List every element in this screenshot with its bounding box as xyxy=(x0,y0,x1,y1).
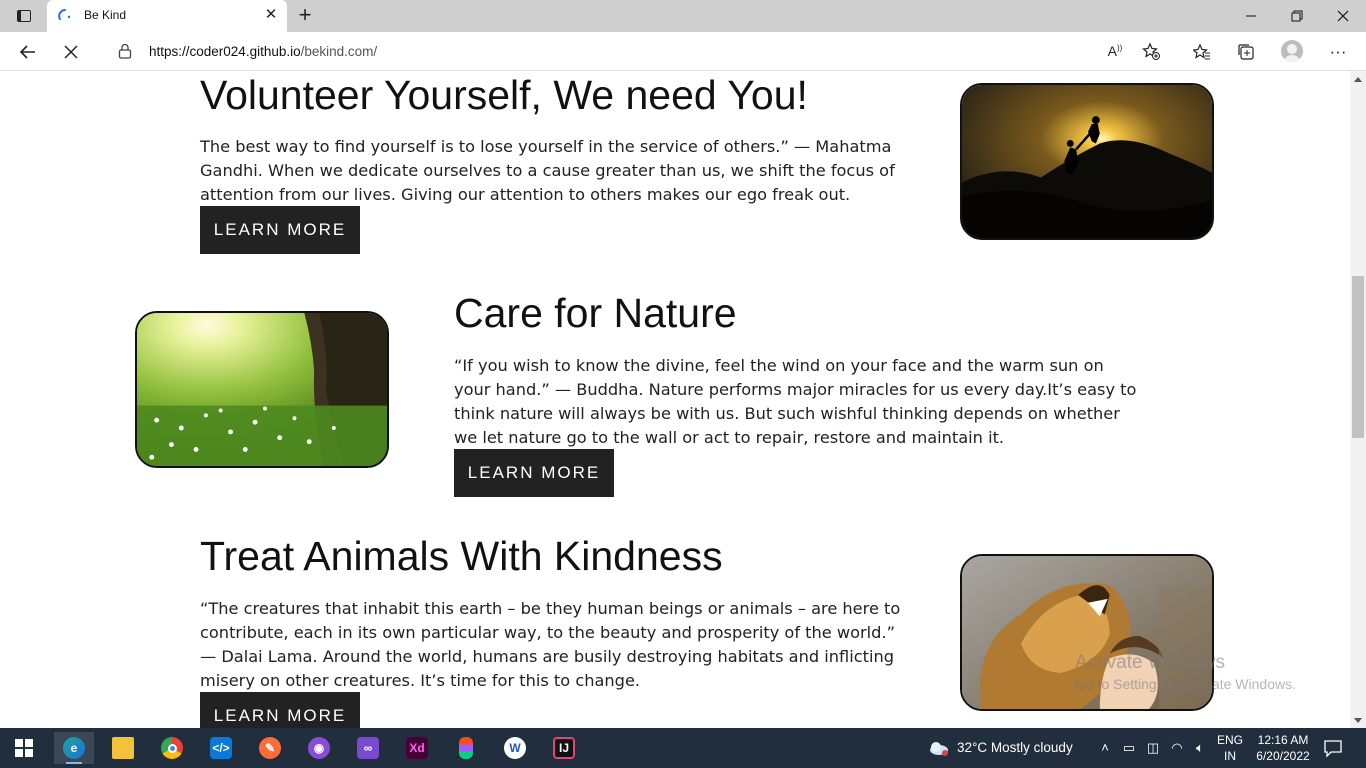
page-content: Volunteer Yourself, We need You! The bes… xyxy=(0,71,1350,728)
tab-actions-button[interactable] xyxy=(10,6,38,26)
chrome-icon xyxy=(161,737,183,759)
taskbar-visual-studio[interactable]: ∞ xyxy=(348,732,388,764)
settings-menu-button[interactable]: ··· xyxy=(1325,39,1351,65)
figma-icon xyxy=(459,737,473,759)
taskbar-file-explorer[interactable] xyxy=(103,732,143,764)
collections-icon xyxy=(1238,44,1254,60)
minimize-button[interactable] xyxy=(1228,0,1274,32)
section-animals-title: Treat Animals With Kindness xyxy=(200,533,723,579)
edge-icon: e xyxy=(63,737,85,759)
vscode-icon: </> xyxy=(210,737,232,759)
scroll-thumb[interactable] xyxy=(1352,276,1364,438)
more-dots-icon: ··· xyxy=(1329,42,1347,61)
minimize-icon xyxy=(1246,15,1256,17)
clock-time: 12:16 AM xyxy=(1257,733,1309,747)
add-favorite-button[interactable] xyxy=(1138,38,1164,64)
nature-learn-more-button[interactable]: LEARN MORE xyxy=(454,449,614,497)
tab-actions-icon xyxy=(17,10,31,22)
notifications-icon[interactable] xyxy=(1323,738,1343,758)
url-host: https://coder024.github.io xyxy=(149,44,301,59)
page-scrollbar[interactable] xyxy=(1350,71,1366,728)
arrow-left-icon xyxy=(19,45,35,59)
visual-studio-icon: ∞ xyxy=(357,737,379,759)
battery-icon[interactable]: ▭ xyxy=(1121,740,1137,756)
chevron-up-icon[interactable]: ˄ xyxy=(1097,740,1113,756)
taskbar-postman[interactable]: ✎ xyxy=(250,732,290,764)
read-aloud-icon: A)) xyxy=(1107,43,1123,59)
profile-avatar[interactable] xyxy=(1281,40,1303,62)
section-nature-text: “If you wish to know the divine, feel th… xyxy=(454,356,1137,447)
github-desktop-icon: ◉ xyxy=(308,737,330,759)
meadow-tree-image xyxy=(137,313,387,466)
url-path: /bekind.com/ xyxy=(300,44,378,59)
taskbar-adobe-xd[interactable]: Xd xyxy=(397,732,437,764)
windows-logo-icon xyxy=(15,739,33,757)
postman-icon: ✎ xyxy=(259,737,281,759)
section-volunteer-title: Volunteer Yourself, We need You! xyxy=(200,72,808,118)
language-code: ENG xyxy=(1216,733,1243,747)
section-animals-text: “The creatures that inhabit this earth –… xyxy=(200,599,901,690)
nature-photo xyxy=(135,311,389,468)
clock-date: 6/20/2022 xyxy=(1256,749,1310,763)
read-aloud-button[interactable]: A)) xyxy=(1102,38,1128,64)
volume-icon[interactable]: 🔈︎ xyxy=(1192,740,1208,756)
close-icon xyxy=(64,45,78,59)
favorites-icon xyxy=(1193,43,1210,60)
star-plus-icon xyxy=(1142,42,1160,60)
scroll-up-icon[interactable] xyxy=(1354,77,1362,82)
browser-toolbar: https://coder024.github.io/bekind.com/ A… xyxy=(0,32,1366,71)
taskbar-figma[interactable] xyxy=(446,732,486,764)
favorites-button[interactable] xyxy=(1189,39,1215,65)
volunteer-photo xyxy=(960,83,1214,240)
activation-watermark-title: Activate Windows xyxy=(1075,652,1225,673)
windows-taskbar: e </> ✎ ◉ ∞ Xd W IJ 32°C Mostly cloudy ˄… xyxy=(0,728,1366,768)
language-indicator[interactable]: ENG IN xyxy=(1213,732,1247,764)
taskbar-word[interactable]: W xyxy=(495,732,535,764)
section-nature-title: Care for Nature xyxy=(454,290,737,336)
weather-cloud-icon[interactable] xyxy=(927,740,949,756)
taskbar-intellij[interactable]: IJ xyxy=(544,732,584,764)
url-text[interactable]: https://coder024.github.io/bekind.com/ xyxy=(149,44,377,59)
lock-icon[interactable] xyxy=(118,43,132,59)
tab-strip: Be Kind ✕ + xyxy=(0,0,1366,32)
sunset-climbers-image xyxy=(962,85,1212,238)
adobe-xd-icon: Xd xyxy=(406,737,428,759)
collections-button[interactable] xyxy=(1233,39,1259,65)
close-icon xyxy=(1337,10,1349,22)
tab-title: Be Kind xyxy=(84,8,127,22)
loading-favicon-icon xyxy=(58,9,71,20)
active-tab[interactable]: Be Kind ✕ xyxy=(47,0,287,32)
restore-button[interactable] xyxy=(1274,0,1320,32)
close-window-button[interactable] xyxy=(1320,0,1366,32)
taskbar-chrome[interactable] xyxy=(152,732,192,764)
meet-now-icon[interactable]: ◫ xyxy=(1145,740,1161,756)
taskbar-github-desktop[interactable]: ◉ xyxy=(299,732,339,764)
scroll-down-icon[interactable] xyxy=(1354,718,1362,723)
address-bar[interactable]: https://coder024.github.io/bekind.com/ A… xyxy=(100,37,1170,66)
wifi-icon[interactable]: ◠ xyxy=(1169,740,1185,756)
intellij-icon: IJ xyxy=(553,737,575,759)
start-button[interactable] xyxy=(4,732,44,764)
stop-loading-button[interactable] xyxy=(58,39,84,65)
word-icon: W xyxy=(504,737,526,759)
restore-icon xyxy=(1291,10,1303,22)
activation-watermark-subtitle: Go to Settings to activate Windows. xyxy=(1075,676,1296,692)
weather-text[interactable]: 32°C Mostly cloudy xyxy=(957,740,1073,755)
volunteer-learn-more-button[interactable]: LEARN MORE xyxy=(200,206,360,254)
section-volunteer-text: The best way to find yourself is to lose… xyxy=(200,137,895,204)
clock[interactable]: 12:16 AM 6/20/2022 xyxy=(1250,732,1316,764)
language-region: IN xyxy=(1224,749,1236,763)
tab-close-icon[interactable]: ✕ xyxy=(263,7,279,23)
animals-learn-more-button[interactable]: LEARN MORE xyxy=(200,692,360,728)
back-button[interactable] xyxy=(15,39,41,65)
new-tab-button[interactable]: + xyxy=(294,4,316,27)
taskbar-vscode[interactable]: </> xyxy=(201,732,241,764)
file-explorer-icon xyxy=(112,737,134,759)
taskbar-edge[interactable]: e xyxy=(54,732,94,764)
